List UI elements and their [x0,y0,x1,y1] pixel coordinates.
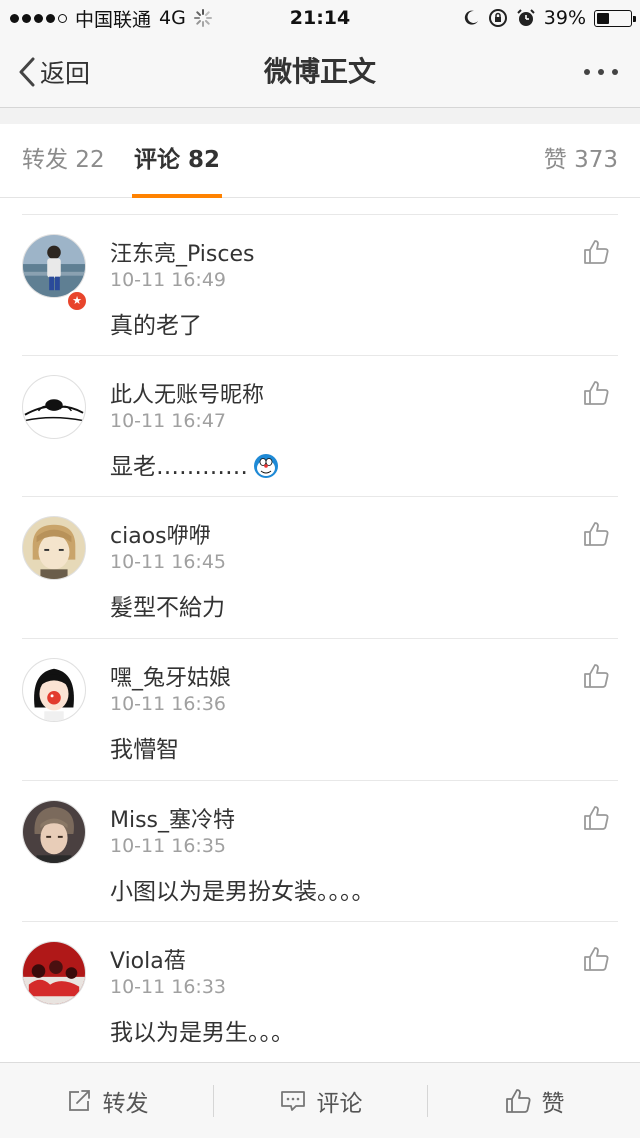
comment-time: 10-11 16:49 [110,269,227,291]
thumbs-up-icon[interactable] [582,238,610,266]
comment-text-row: 显老………… [110,447,280,481]
tab-bar: 转发 22 评论 82 赞 373 [0,124,640,198]
comment-time: 10-11 16:47 [110,410,227,432]
divider [22,780,618,781]
comment-item: Viola蓓 10-11 16:33 我以为是男生。。。 [0,921,640,1063]
page-title: 微博正文 [263,55,376,88]
comment-author[interactable]: 汪东亮_Pisces [110,236,254,268]
rotation-lock-icon [488,9,507,27]
divider [22,496,618,497]
anime-boy-avatar[interactable] [22,516,86,580]
comment-time: 10-11 16:45 [110,551,227,573]
tab-likes[interactable]: 赞 373 [544,124,618,198]
repost-icon [68,1090,90,1111]
comment-label: 评论 [316,1091,363,1117]
bottom-toolbar: 转发 评论 赞 [0,1062,640,1138]
cartoon-girl-avatar[interactable] [22,658,86,722]
more-dot-icon [612,69,618,75]
comment-text: 我以为是男生。。。 [110,1020,294,1046]
comment-text: 我懵智 [110,737,179,763]
comment-item: ★ 汪东亮_Pisces 10-11 16:49 真的老了 [0,214,640,356]
young-man-avatar[interactable] [22,800,86,864]
thumbs-up-icon[interactable] [582,804,610,832]
battery-percent: 39% [543,7,586,29]
back-button[interactable]: 返回 [18,36,90,108]
thumbs-up-icon[interactable] [582,379,610,407]
comment-time: 10-11 16:35 [110,835,227,857]
more-menu-button[interactable] [584,36,618,108]
doraemon-emoji-icon [254,454,278,478]
divider [22,638,618,639]
comment-text: 髮型不給力 [110,595,225,621]
comment-time: 10-11 16:36 [110,693,227,715]
comment-list: ★ 汪东亮_Pisces 10-11 16:49 真的老了 此人无账号昵称 10… [0,198,640,1062]
comment-author[interactable]: ciaos咿咿 [110,518,211,550]
thumbs-up-icon[interactable] [582,520,610,548]
divider [22,355,618,356]
comment-time: 10-11 16:33 [110,976,227,998]
thumbs-up-icon[interactable] [582,945,610,973]
comment-text: 小图以为是男扮女装。。。。 [110,879,375,905]
verified-badge-icon: ★ [66,290,88,312]
comment-author[interactable]: 此人无账号昵称 [110,377,264,409]
alarm-icon [517,9,535,26]
comment-author[interactable]: Viola蓓 [110,943,186,975]
thumbs-up-icon[interactable] [582,662,610,690]
comment-item: Miss_塞冷特 10-11 16:35 小图以为是男扮女装。。。。 [0,780,640,922]
like-label: 赞 [541,1091,565,1117]
comment-author[interactable]: Miss_塞冷特 [110,802,235,834]
comment-button[interactable]: 评论 [214,1063,427,1138]
comment-item: ciaos咿咿 10-11 16:45 髮型不給力 [0,496,640,638]
like-button[interactable]: 赞 [428,1063,640,1138]
comment-text: 真的老了 [110,313,202,339]
tab-reposts[interactable]: 转发 22 [22,124,105,198]
more-dot-icon [598,69,604,75]
comment-bubble-icon [280,1091,305,1111]
comment-item: 此人无账号昵称 10-11 16:47 显老………… [0,355,640,497]
comment-text: 显老………… [110,454,248,480]
comment-item: 嘿_兔牙姑娘 10-11 16:36 我懵智 [0,638,640,780]
red-stage-avatar[interactable] [22,941,86,1005]
repost-button[interactable]: 转发 [0,1063,213,1138]
chevron-left-icon [19,57,35,87]
battery-icon [594,9,636,27]
navigation-bar: 返回 微博正文 [0,36,640,108]
battery-fill [597,12,610,24]
comment-author[interactable]: 嘿_兔牙姑娘 [110,660,231,692]
more-dot-icon [584,69,590,75]
sleeping-sketch-avatar[interactable] [22,375,86,439]
repost-label: 转发 [102,1091,149,1117]
man-by-lake-avatar[interactable] [22,234,86,298]
back-label: 返回 [40,59,91,88]
status-right: 39% [462,0,636,36]
tab-comments[interactable]: 评论 82 [134,124,220,198]
status-bar: 中国联通 4G 21:14 39% [0,0,640,36]
divider [22,214,618,215]
thumbs-up-icon [505,1089,531,1113]
divider [22,921,618,922]
moon-icon [464,10,478,25]
